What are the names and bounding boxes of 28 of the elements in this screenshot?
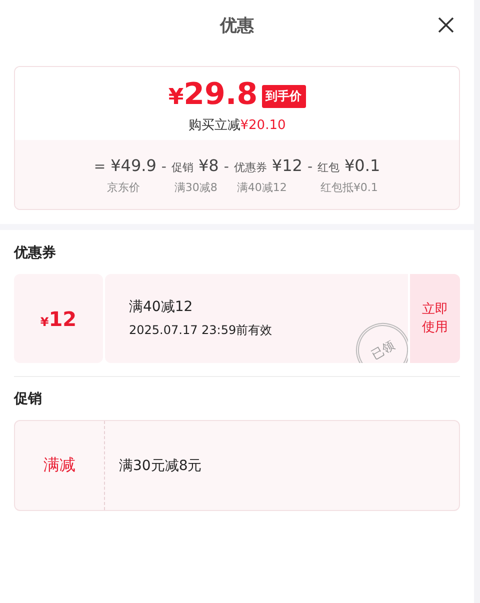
operator: - bbox=[161, 159, 166, 175]
breakdown-value: ¥8 bbox=[198, 156, 219, 175]
breakdown-note: 满40减12 bbox=[236, 180, 288, 195]
breakdown-note: 京东价 bbox=[106, 180, 141, 195]
section-title: 优惠券 bbox=[14, 244, 57, 262]
breakdown-label: 红包 bbox=[318, 160, 340, 175]
breakdown-value: ¥0.1 bbox=[344, 156, 380, 175]
section-title: 促销 bbox=[14, 390, 43, 408]
saving-text: 购买立减¥20.10 bbox=[188, 117, 286, 134]
breakdown-label: 优惠券 bbox=[234, 160, 267, 175]
breakdown-note: 红包抵¥0.1 bbox=[319, 180, 379, 195]
operator: = bbox=[94, 159, 106, 175]
operator: - bbox=[307, 159, 312, 175]
operator: - bbox=[224, 159, 229, 175]
promotion-description: 满30元减8元 bbox=[119, 456, 202, 474]
promotion-type: 满减 bbox=[44, 455, 76, 476]
breakdown-label: 促销 bbox=[171, 160, 194, 175]
final-price: ¥29.8 bbox=[168, 79, 258, 114]
coupon-validity: 2025.07.17 23:59前有效 bbox=[129, 322, 274, 339]
breakdown-value: ¥12 bbox=[272, 156, 302, 175]
sheet-title: 优惠 bbox=[220, 14, 254, 36]
close-icon[interactable] bbox=[438, 17, 454, 33]
coupon-condition: 满40减12 bbox=[129, 298, 194, 316]
coupon-amount: ¥12 bbox=[40, 306, 77, 330]
breakdown-value: ¥49.9 bbox=[110, 156, 156, 175]
use-now-button[interactable]: 立即使用 bbox=[410, 274, 460, 363]
breakdown-note: 满30减8 bbox=[173, 180, 218, 195]
price-tag: 到手价 bbox=[262, 85, 306, 108]
